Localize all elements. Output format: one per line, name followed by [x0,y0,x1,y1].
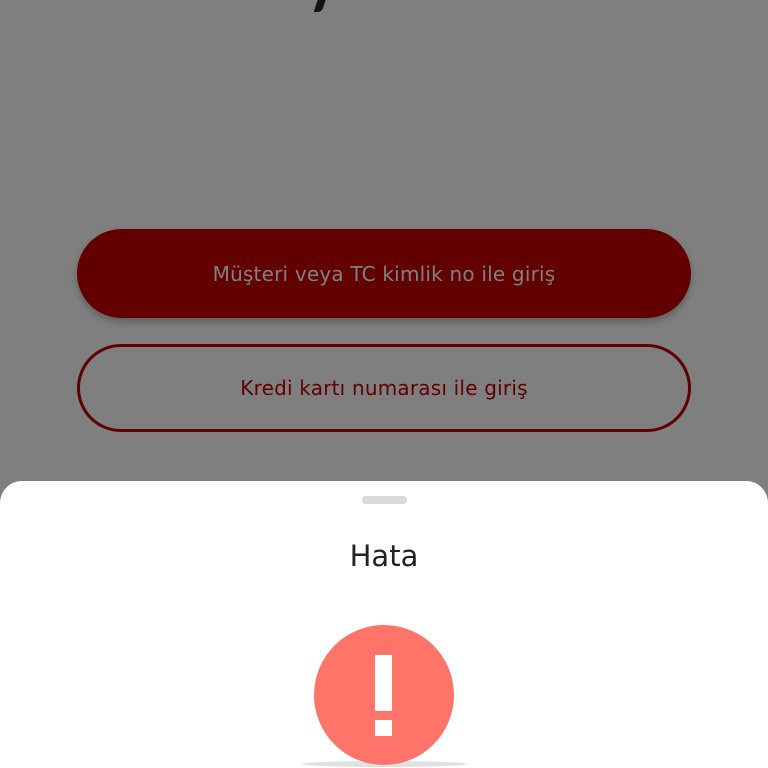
exclamation-dot [375,720,392,736]
error-bottom-sheet: Hata [0,481,768,768]
error-title: Hata [349,539,419,573]
exclamation-circle-icon [314,625,454,765]
app-screen: Müşteri veya TC kimlik no ile giriş Kred… [0,0,768,768]
exclamation-bar [375,655,392,711]
sheet-drag-handle[interactable] [362,496,407,504]
